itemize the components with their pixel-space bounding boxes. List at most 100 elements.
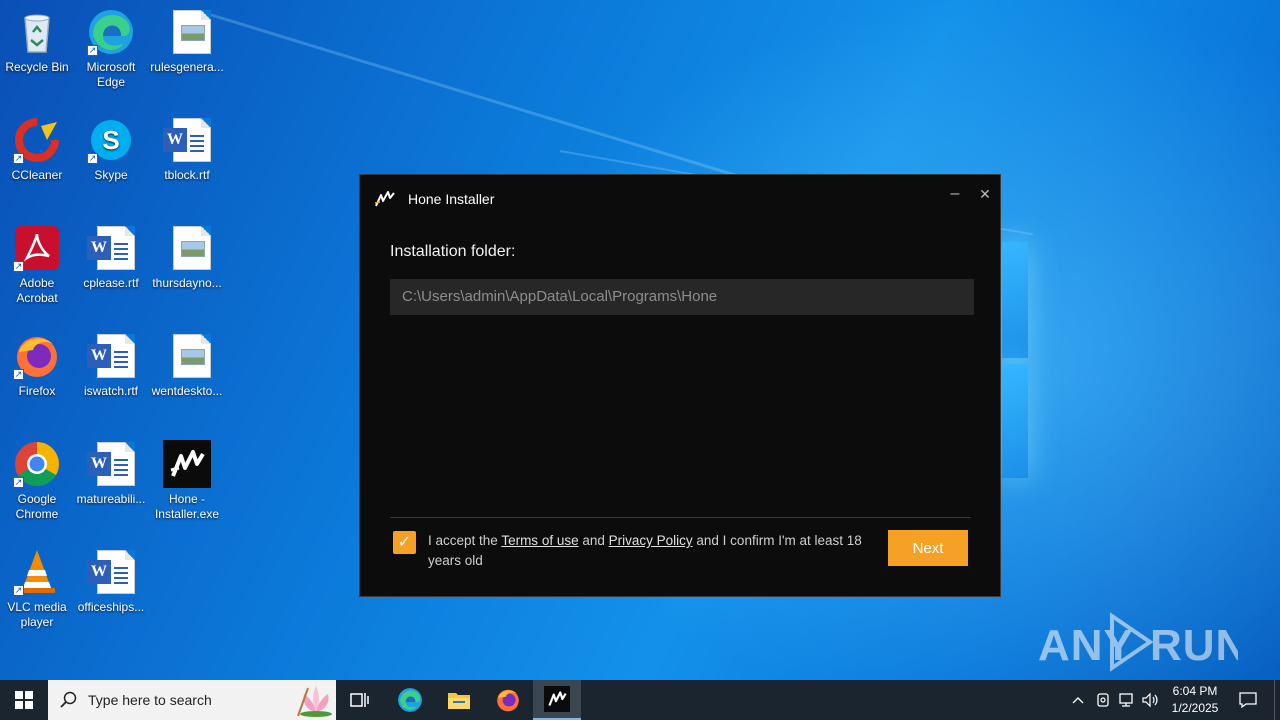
desktop: Recycle Bin ↗ CCleaner ↗ Adobe Acrobat ↗… [0, 0, 1280, 680]
firefox-icon [497, 689, 519, 712]
show-hidden-icons-button[interactable] [1066, 680, 1090, 720]
desktop-icon-label: iswatch.rtf [83, 384, 138, 398]
anyrun-watermark: ANY RUN [1038, 608, 1247, 674]
adobe-acrobat-icon: ↗ [13, 224, 61, 272]
shortcut-arrow-icon: ↗ [13, 477, 24, 488]
desktop-icon-adobe-acrobat[interactable]: ↗ Adobe Acrobat [0, 224, 75, 306]
taskbar-firefox-button[interactable] [484, 680, 532, 720]
lotus-highlight-icon [297, 686, 332, 717]
installer-titlebar[interactable]: Hone Installer – ✕ [360, 175, 1000, 223]
svg-text:RUN: RUN [1150, 621, 1238, 670]
shortcut-arrow-icon: ↗ [87, 153, 98, 164]
close-button[interactable]: ✕ [972, 183, 998, 205]
terms-prefix: I accept the [428, 533, 502, 548]
search-placeholder: Type here to search [88, 692, 212, 708]
taskbar-search-box[interactable]: Type here to search [48, 680, 336, 720]
shortcut-arrow-icon: ↗ [13, 261, 24, 272]
show-desktop-button[interactable] [1274, 680, 1280, 720]
desktop-icon-label: cplease.rtf [83, 276, 139, 290]
action-center-button[interactable] [1230, 680, 1266, 720]
tray-clock[interactable]: 6:04 PM 1/2/2025 [1164, 680, 1226, 720]
word-document-icon: W [87, 224, 135, 272]
desktop-icon-label: Adobe Acrobat [16, 276, 58, 305]
taskbar-hone-installer-button[interactable] [533, 680, 581, 720]
desktop-icon-microsoft-edge[interactable]: ↗ Microsoft Edge [73, 8, 149, 90]
checkmark-icon: ✓ [397, 534, 412, 551]
installer-title: Hone Installer [408, 191, 495, 207]
shortcut-arrow-icon: ↗ [87, 45, 98, 56]
next-button[interactable]: Next [888, 530, 968, 566]
desktop-icon-label: CCleaner [11, 168, 63, 182]
privacy-policy-link[interactable]: Privacy Policy [609, 533, 693, 548]
desktop-icon-label: Skype [94, 168, 128, 182]
desktop-icon-thursdayno[interactable]: thursdayno... [149, 224, 225, 291]
google-chrome-icon: ↗ [13, 440, 61, 488]
shortcut-arrow-icon: ↗ [13, 369, 24, 380]
desktop-icon-label: officeships... [77, 600, 145, 614]
skype-icon: S ↗ [87, 116, 135, 164]
search-icon [60, 691, 77, 708]
installation-folder-label: Installation folder: [390, 243, 516, 260]
volume-icon [1142, 692, 1158, 708]
edge-icon [398, 688, 422, 712]
desktop-icon-label: rulesgenera... [150, 60, 224, 74]
desktop-icon-tblock-rtf[interactable]: W tblock.rtf [149, 116, 225, 183]
task-view-button[interactable] [336, 680, 384, 720]
clock-time: 6:04 PM [1172, 684, 1218, 698]
task-view-icon [350, 693, 369, 707]
desktop-icon-vlc[interactable]: ↗ VLC media player [0, 548, 75, 630]
device-icon [1097, 693, 1109, 707]
installer-window: Hone Installer – ✕ Installation folder: … [359, 174, 1001, 597]
tray-network-button[interactable] [1115, 680, 1139, 720]
taskbar: Type here to search 6:04 PM 1/2/2025 [0, 680, 1280, 720]
desktop-icon-label: matureabili... [76, 492, 146, 506]
footer-divider [390, 517, 971, 518]
desktop-icon-iswatch-rtf[interactable]: W iswatch.rtf [73, 332, 149, 399]
installation-folder-input[interactable]: C:\Users\admin\AppData\Local\Programs\Ho… [390, 279, 974, 315]
image-file-icon [163, 8, 211, 56]
image-file-icon [163, 224, 211, 272]
taskbar-file-explorer-button[interactable] [435, 680, 483, 720]
accept-terms-checkbox[interactable]: ✓ [393, 531, 416, 554]
wallpaper-logo [1002, 242, 1028, 358]
edge-icon: ↗ [87, 8, 135, 56]
tray-volume-button[interactable] [1139, 680, 1163, 720]
desktop-icon-cplease-rtf[interactable]: W cplease.rtf [73, 224, 149, 291]
start-button[interactable] [0, 680, 48, 720]
taskbar-edge-button[interactable] [386, 680, 434, 720]
image-file-icon [163, 332, 211, 380]
desktop-icon-matureabili[interactable]: W matureabili... [73, 440, 149, 507]
terms-of-use-link[interactable]: Terms of use [501, 533, 578, 548]
desktop-icon-firefox[interactable]: ↗ Firefox [0, 332, 75, 399]
desktop-icon-label: Microsoft Edge [86, 60, 136, 89]
terms-text: I accept the Terms of use and Privacy Po… [428, 531, 868, 571]
recycle-bin-icon [13, 8, 61, 56]
word-document-icon: W [87, 548, 135, 596]
desktop-icon-officeships[interactable]: W officeships... [73, 548, 149, 615]
desktop-icon-label: thursdayno... [152, 276, 222, 290]
minimize-button[interactable]: – [942, 183, 968, 205]
desktop-icon-google-chrome[interactable]: ↗ Google Chrome [0, 440, 75, 522]
desktop-icon-recycle-bin[interactable]: Recycle Bin [0, 8, 75, 75]
shortcut-arrow-icon: ↗ [13, 153, 24, 164]
desktop-icon-skype[interactable]: S ↗ Skype [73, 116, 149, 183]
desktop-icon-hone-installer[interactable]: Hone - Installer.exe [149, 440, 225, 522]
tray-device-button[interactable] [1091, 680, 1115, 720]
desktop-icon-ccleaner[interactable]: ↗ CCleaner [0, 116, 75, 183]
word-document-icon: W [87, 332, 135, 380]
clock-date: 1/2/2025 [1171, 701, 1219, 715]
hone-app-icon [163, 440, 211, 488]
word-document-icon: W [87, 440, 135, 488]
network-icon [1119, 693, 1133, 707]
desktop-icon-label: Google Chrome [15, 492, 59, 521]
desktop-icon-wentdeskto[interactable]: wentdeskto... [149, 332, 225, 399]
vlc-icon: ↗ [13, 548, 61, 596]
desktop-icon-rulesgenera[interactable]: rulesgenera... [149, 8, 225, 75]
windows-start-icon [15, 691, 33, 709]
ccleaner-icon: ↗ [13, 116, 61, 164]
word-document-icon: W [163, 116, 211, 164]
desktop-icon-label: wentdeskto... [151, 384, 223, 398]
hone-logo-icon [374, 189, 396, 209]
wallpaper-logo [1002, 364, 1028, 478]
chevron-up-icon [1072, 697, 1084, 704]
